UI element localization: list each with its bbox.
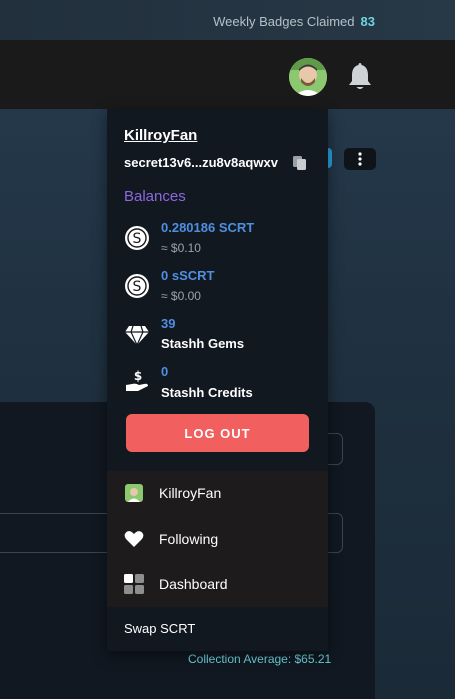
account-username-link[interactable]: KillroyFan (124, 127, 197, 144)
credits-label: Stashh Credits (161, 385, 253, 400)
sscrt-usd-value: ≈ $0.00 (161, 289, 201, 303)
scrt-coin-icon: S (125, 226, 149, 250)
scrt-balance: 0.280186 SCRT (161, 220, 255, 235)
swap-scrt-label: Swap SCRT (124, 621, 196, 636)
menu-item-dashboard[interactable]: Dashboard (107, 562, 328, 606)
user-avatar-button[interactable] (289, 58, 327, 96)
copy-icon[interactable] (292, 155, 308, 171)
account-menu: KillroyFan Following Dashboard (107, 471, 328, 607)
avatar-image (289, 58, 327, 96)
menu-item-profile[interactable]: KillroyFan (107, 471, 328, 515)
dashboard-icon (124, 574, 144, 594)
logout-button[interactable]: LOG OUT (126, 414, 309, 452)
gem-icon (125, 325, 149, 347)
menu-item-label: KillroyFan (159, 485, 222, 501)
avatar-icon (124, 483, 144, 503)
account-dropdown: KillroyFan secret13v6...zu8v8aqwxv Balan… (107, 109, 328, 651)
site-header (0, 40, 455, 109)
balances-title: Balances (124, 188, 186, 205)
credits-hand-icon: $ (126, 369, 148, 391)
credits-balance: 0 (161, 364, 169, 379)
sscrt-balance: 0 sSCRT (161, 268, 215, 283)
menu-item-label: Dashboard (159, 576, 228, 592)
gems-label: Stashh Gems (161, 336, 245, 351)
heart-icon (124, 529, 144, 549)
scrt-usd-value: ≈ $0.10 (161, 241, 201, 255)
svg-text:S: S (133, 279, 142, 295)
weekly-badges-label: Weekly Badges Claimed (213, 14, 355, 29)
menu-item-following[interactable]: Following (107, 517, 328, 561)
collection-average: Collection Average: $65.21 (188, 652, 332, 666)
menu-item-label: Following (159, 531, 219, 547)
sscrt-coin-icon: S (125, 274, 149, 298)
top-strip: Weekly Badges Claimed 83 (0, 0, 455, 40)
gems-balance: 39 (161, 316, 176, 331)
notifications-bell-icon[interactable] (346, 61, 374, 91)
svg-text:S: S (133, 231, 142, 247)
kebab-icon (358, 152, 362, 166)
wallet-address: secret13v6...zu8v8aqwxv (124, 155, 278, 170)
more-options-button[interactable] (344, 148, 376, 170)
weekly-badges: Weekly Badges Claimed 83 (213, 14, 375, 29)
swap-scrt-link[interactable]: Swap SCRT (107, 607, 328, 651)
svg-text:$: $ (134, 369, 142, 383)
weekly-badges-count: 83 (360, 14, 375, 29)
